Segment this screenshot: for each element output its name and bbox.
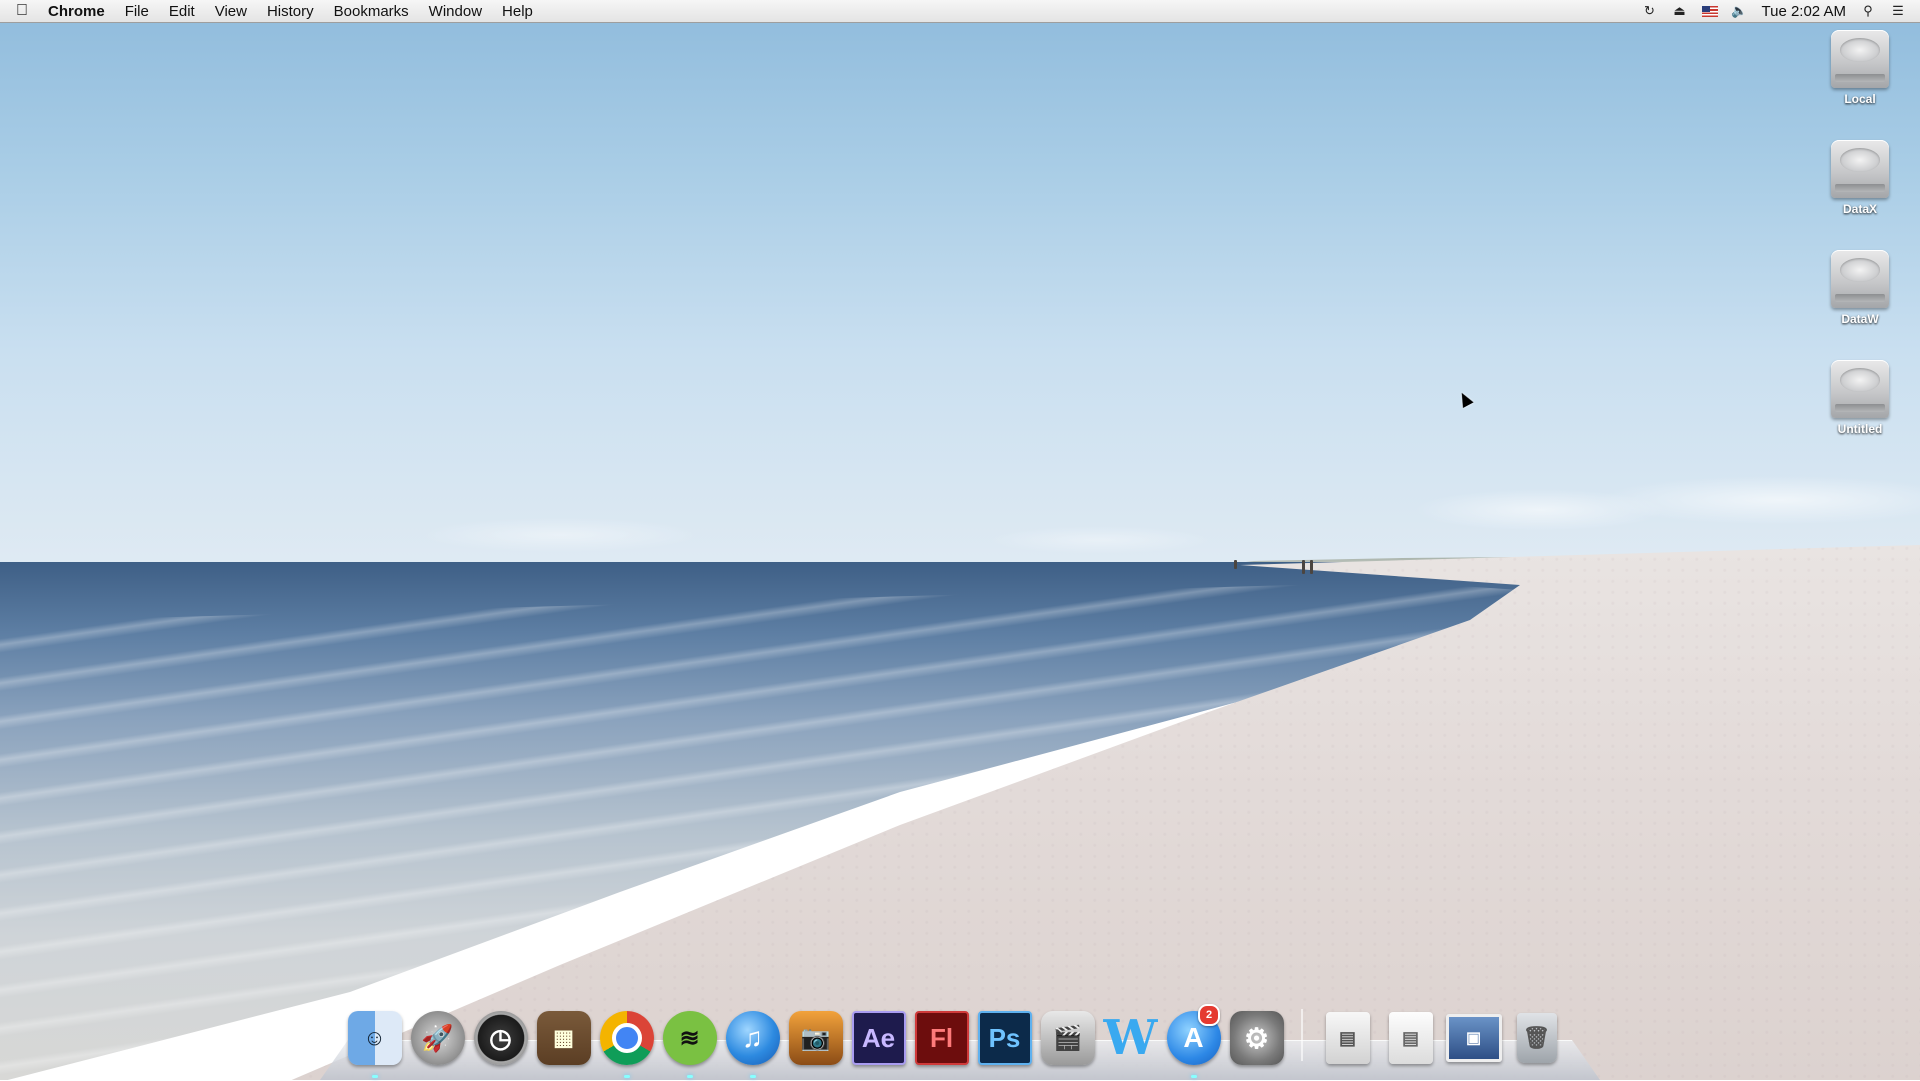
apple-menu-icon[interactable]: 	[0, 2, 44, 20]
wallpaper-clouds	[0, 440, 1920, 570]
running-indicator	[372, 1075, 378, 1078]
running-indicator	[750, 1075, 756, 1078]
menu-file[interactable]: File	[115, 3, 159, 20]
chrome-icon	[600, 1011, 654, 1065]
system-preferences-icon: ⚙	[1230, 1011, 1284, 1065]
dock-word[interactable]: W	[1102, 1008, 1159, 1068]
final-cut-icon: 🎬	[1041, 1011, 1095, 1065]
wallpaper-person	[1310, 560, 1313, 574]
running-indicator	[624, 1075, 630, 1078]
dock-app-store[interactable]: A 2	[1165, 1008, 1222, 1068]
dock-preview[interactable]: ▦	[535, 1008, 592, 1068]
finder-icon: ☺	[348, 1011, 402, 1065]
drive-label: DataX	[1843, 202, 1877, 216]
volume-icon[interactable]: 🔈	[1732, 3, 1748, 19]
drive-untitled[interactable]: Untitled	[1818, 356, 1902, 466]
eject-icon[interactable]: ⏏	[1672, 3, 1688, 19]
dock-photoshop[interactable]: Ps	[976, 1008, 1033, 1068]
menu-clock[interactable]: Tue 2:02 AM	[1762, 3, 1847, 20]
documents-stack-icon: ▤	[1326, 1012, 1370, 1064]
word-icon: W	[1104, 1011, 1158, 1065]
menu-bookmarks[interactable]: Bookmarks	[324, 3, 419, 20]
notification-badge: 2	[1198, 1004, 1220, 1026]
drive-label: Untitled	[1838, 422, 1883, 436]
menu-history[interactable]: History	[257, 3, 324, 20]
iphoto-icon: 📷	[789, 1011, 843, 1065]
dock-downloads-stack[interactable]: ▤	[1382, 1008, 1439, 1068]
menu-extras: ↻ ⏏ 🔈 Tue 2:02 AM ⚲ ☰	[1642, 3, 1920, 20]
dock-system-preferences[interactable]: ⚙	[1228, 1008, 1285, 1068]
spotify-icon: ≋	[663, 1011, 717, 1065]
dock-launchpad[interactable]: 🚀	[409, 1008, 466, 1068]
us-flag-icon[interactable]	[1702, 3, 1718, 19]
dock-dashboard[interactable]: ◷	[472, 1008, 529, 1068]
drive-label: DataW	[1841, 312, 1878, 326]
wallpaper-person	[1302, 560, 1305, 574]
dock-itunes[interactable]: ♫	[724, 1008, 781, 1068]
drive-label: Local	[1844, 92, 1875, 106]
menu-edit[interactable]: Edit	[159, 3, 205, 20]
dock-screenshot-stack[interactable]: ▣	[1445, 1008, 1502, 1068]
preview-icon: ▦	[537, 1011, 591, 1065]
launchpad-icon: 🚀	[411, 1011, 465, 1065]
desktop-wallpaper	[0, 0, 1920, 1080]
trash-icon: 🗑	[1517, 1013, 1557, 1063]
dock-finder[interactable]: ☺	[346, 1008, 403, 1068]
dock-iphoto[interactable]: 📷	[787, 1008, 844, 1068]
after-effects-icon: Ae	[852, 1011, 906, 1065]
dock-spotify[interactable]: ≋	[661, 1008, 718, 1068]
desktop-icons: Local DataX DataW Untitled	[1818, 26, 1902, 466]
dock-final-cut[interactable]: 🎬	[1039, 1008, 1096, 1068]
menu-help[interactable]: Help	[492, 3, 543, 20]
photoshop-icon: Ps	[978, 1011, 1032, 1065]
notification-center-icon[interactable]: ☰	[1890, 3, 1906, 19]
menu-app-name[interactable]: Chrome	[44, 3, 115, 20]
flash-icon: Fl	[915, 1011, 969, 1065]
itunes-icon: ♫	[726, 1011, 780, 1065]
dock-separator	[1301, 1009, 1303, 1061]
spotlight-icon[interactable]: ⚲	[1860, 3, 1876, 19]
running-indicator	[1191, 1075, 1197, 1078]
dock-trash[interactable]: 🗑	[1508, 1008, 1565, 1068]
dock: ☺ 🚀 ◷ ▦ ≋ ♫ 📷 Ae Fl Ps 🎬 W A 2	[346, 1002, 1565, 1068]
hard-drive-icon	[1831, 250, 1889, 308]
drive-local[interactable]: Local	[1818, 26, 1902, 136]
dock-after-effects[interactable]: Ae	[850, 1008, 907, 1068]
menu-window[interactable]: Window	[419, 3, 492, 20]
menu-view[interactable]: View	[205, 3, 257, 20]
downloads-stack-icon: ▤	[1389, 1012, 1433, 1064]
drive-dataw[interactable]: DataW	[1818, 246, 1902, 356]
hard-drive-icon	[1831, 30, 1889, 88]
menu-bar:  Chrome File Edit View History Bookmark…	[0, 0, 1920, 23]
time-machine-icon[interactable]: ↻	[1642, 3, 1658, 19]
dock-chrome[interactable]	[598, 1008, 655, 1068]
hard-drive-icon	[1831, 360, 1889, 418]
dashboard-icon: ◷	[474, 1011, 528, 1065]
dock-flash[interactable]: Fl	[913, 1008, 970, 1068]
wallpaper-person	[1234, 560, 1237, 569]
hard-drive-icon	[1831, 140, 1889, 198]
running-indicator	[687, 1075, 693, 1078]
screenshot-stack-icon: ▣	[1446, 1014, 1502, 1062]
drive-datax[interactable]: DataX	[1818, 136, 1902, 246]
dock-documents-stack[interactable]: ▤	[1319, 1008, 1376, 1068]
